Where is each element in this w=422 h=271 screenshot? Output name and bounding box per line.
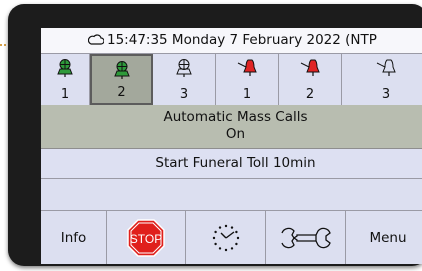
mode-state: On [225, 126, 246, 142]
bell-number: 1 [242, 87, 252, 102]
bell-number: 2 [305, 87, 315, 102]
green-bell-icon [113, 61, 130, 79]
settings-button[interactable] [266, 211, 346, 264]
bottom-toolbar: Info STOP Menu [41, 210, 422, 264]
status-bar: 15:47:35 Monday 7 February 2022 (NTP [41, 28, 422, 53]
clock-button[interactable] [186, 211, 266, 264]
info-button[interactable]: Info [41, 211, 107, 264]
menu-label: Menu [369, 230, 407, 246]
bell-number: 3 [381, 87, 391, 102]
ringing-bell-button-2[interactable]: 2 [279, 54, 342, 105]
info-label: Info [60, 230, 87, 246]
bell-number: 3 [179, 87, 189, 102]
bell-selector-row: 1 2 3 1 2 3 [41, 53, 422, 106]
funeral-toll-label: Start Funeral Toll 10min [155, 155, 316, 171]
funeral-toll-button[interactable]: Start Funeral Toll 10min [41, 149, 422, 179]
stop-button[interactable]: STOP [107, 211, 186, 264]
status-datetime-text: 15:47:35 Monday 7 February 2022 (NTP [107, 28, 377, 53]
bell-button-1[interactable]: 1 [41, 54, 90, 105]
status-sync-source: (NTP [345, 32, 377, 48]
bell-number: 1 [60, 87, 70, 102]
stop-label: STOP [130, 232, 162, 246]
status-datetime: 15:47:35 Monday 7 February 2022 [107, 32, 341, 48]
green-bell-icon [57, 59, 73, 77]
outline-bell-icon [176, 59, 192, 77]
mode-title: Automatic Mass Calls [163, 109, 308, 125]
menu-button[interactable]: Menu [346, 211, 422, 264]
wrench-icon [280, 227, 331, 249]
device-bezel: 15:47:35 Monday 7 February 2022 (NTP 1 2… [8, 4, 422, 266]
ringing-bell-button-3[interactable]: 3 [342, 54, 422, 105]
red-ringing-bell-icon [300, 59, 320, 76]
stop-sign-icon: STOP [127, 219, 165, 257]
red-ringing-bell-icon [237, 59, 257, 76]
cloud-icon [88, 34, 104, 45]
ringing-bell-button-1[interactable]: 1 [216, 54, 279, 105]
bell-button-2[interactable]: 2 [90, 54, 153, 105]
outline-ringing-bell-icon [376, 59, 396, 76]
clock-icon [212, 224, 239, 252]
bell-button-3[interactable]: 3 [153, 54, 216, 105]
touch-screen: 15:47:35 Monday 7 February 2022 (NTP 1 2… [41, 28, 422, 264]
bell-number: 2 [117, 85, 126, 100]
automatic-mass-calls-panel[interactable]: Automatic Mass Calls On [41, 105, 422, 149]
